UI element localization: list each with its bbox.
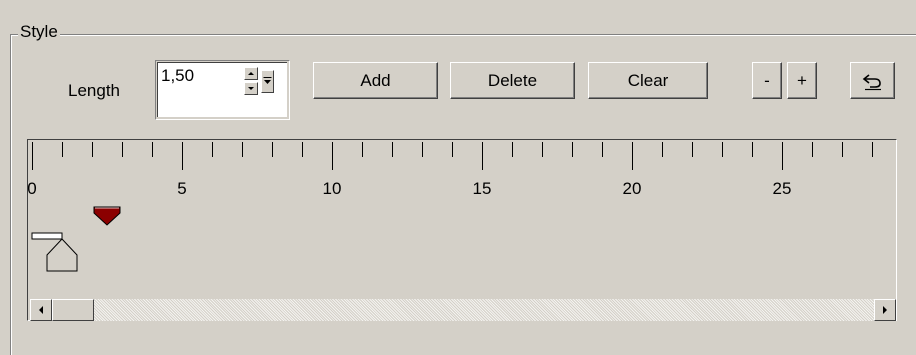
plus-button[interactable]: + [787,62,817,99]
clear-button[interactable]: Clear [588,62,708,99]
indent-marker-icon [46,238,78,272]
add-button[interactable]: Add [313,62,438,99]
undo-icon [862,73,881,90]
scroll-right-button[interactable] [874,299,896,321]
spin-max-icon [263,76,272,84]
undo-button[interactable] [850,62,895,99]
arrow-left-icon [39,306,43,314]
length-field[interactable]: 1,50 [157,62,287,117]
arrow-down-icon [248,87,254,90]
ruler-label: 25 [773,179,792,198]
spin-dropdown-button[interactable] [261,70,274,93]
scroll-left-button[interactable] [30,299,52,321]
style-group-title: Style [18,22,60,42]
spin-down-button[interactable] [244,82,258,95]
arrow-up-icon [248,72,254,75]
scroll-thumb[interactable] [52,299,94,321]
length-value: 1,50 [161,66,195,85]
ruler-label: 0 [28,179,37,198]
ruler-scale: 0 5 10 15 20 25 [28,142,873,272]
spin-up-button[interactable] [244,67,258,80]
minus-button[interactable]: - [752,62,782,99]
length-spinner: 1,50 [155,60,290,120]
tab-ruler[interactable]: 0 5 10 15 20 25 [27,139,897,321]
horizontal-scrollbar[interactable] [30,299,896,321]
ruler-label: 10 [323,179,342,198]
ruler-label: 15 [473,179,492,198]
delete-button[interactable]: Delete [450,62,575,99]
stop-marker-icon [93,206,121,226]
ruler-label: 5 [177,179,186,198]
length-label: Length [68,81,120,100]
first-indent-marker [31,232,63,240]
ruler-label: 20 [623,179,642,198]
arrow-right-icon [883,306,887,314]
